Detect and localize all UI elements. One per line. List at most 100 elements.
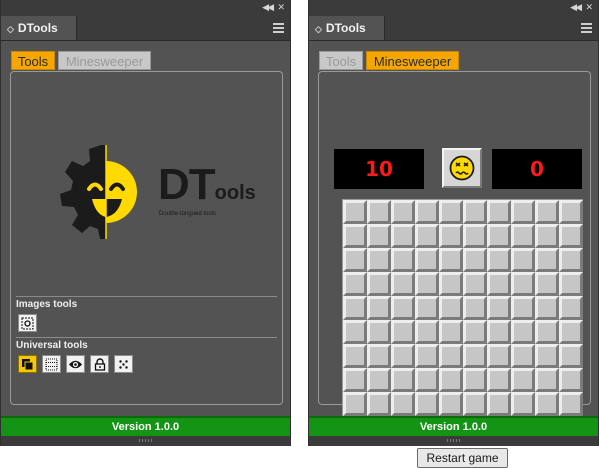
panel-menu-icon[interactable] [581, 23, 592, 35]
minesweeper-cell[interactable] [343, 344, 367, 368]
minesweeper-cell[interactable] [535, 200, 559, 224]
panel-tab-dtools[interactable]: ◇ DTools [309, 16, 385, 40]
minesweeper-cell[interactable] [535, 296, 559, 320]
minesweeper-cell[interactable] [439, 368, 463, 392]
minesweeper-cell[interactable] [343, 224, 367, 248]
close-panel-icon[interactable]: ✕ [277, 2, 285, 14]
minesweeper-cell[interactable] [559, 200, 583, 224]
tab-minesweeper[interactable]: Minesweeper [366, 51, 459, 70]
minesweeper-cell[interactable] [367, 272, 391, 296]
minesweeper-cell[interactable] [439, 344, 463, 368]
minesweeper-cell[interactable] [463, 200, 487, 224]
minesweeper-cell[interactable] [415, 224, 439, 248]
dotted-grid-button[interactable] [42, 355, 61, 373]
minesweeper-cell[interactable] [559, 296, 583, 320]
minesweeper-cell[interactable] [391, 224, 415, 248]
minesweeper-cell[interactable] [463, 272, 487, 296]
minesweeper-cell[interactable] [391, 344, 415, 368]
minesweeper-cell[interactable] [487, 296, 511, 320]
close-panel-icon[interactable]: ✕ [585, 2, 593, 14]
visibility-button[interactable] [66, 355, 85, 373]
collapse-panel-icon[interactable]: ◀◀ [262, 2, 274, 14]
restart-game-button[interactable]: Restart game [417, 448, 508, 468]
minesweeper-cell[interactable] [343, 320, 367, 344]
resize-grip[interactable] [1, 436, 290, 446]
minesweeper-cell[interactable] [535, 224, 559, 248]
minesweeper-cell[interactable] [415, 368, 439, 392]
minesweeper-cell[interactable] [391, 272, 415, 296]
minesweeper-cell[interactable] [463, 296, 487, 320]
minesweeper-cell[interactable] [343, 392, 367, 416]
minesweeper-cell[interactable] [439, 392, 463, 416]
minesweeper-cell[interactable] [511, 224, 535, 248]
minesweeper-cell[interactable] [559, 272, 583, 296]
minesweeper-cell[interactable] [367, 344, 391, 368]
minesweeper-cell[interactable] [367, 224, 391, 248]
minesweeper-cell[interactable] [391, 368, 415, 392]
minesweeper-cell[interactable] [535, 392, 559, 416]
minesweeper-cell[interactable] [415, 392, 439, 416]
minesweeper-cell[interactable] [463, 392, 487, 416]
minesweeper-cell[interactable] [343, 368, 367, 392]
tab-minesweeper[interactable]: Minesweeper [58, 51, 151, 70]
resize-grip[interactable] [309, 436, 598, 446]
minesweeper-cell[interactable] [439, 200, 463, 224]
minesweeper-cell[interactable] [535, 272, 559, 296]
minesweeper-cell[interactable] [463, 224, 487, 248]
minesweeper-cell[interactable] [487, 248, 511, 272]
minesweeper-cell[interactable] [535, 248, 559, 272]
minesweeper-cell[interactable] [367, 368, 391, 392]
panel-tab-dtools[interactable]: ◇ DTools [1, 16, 77, 40]
minesweeper-cell[interactable] [439, 248, 463, 272]
minesweeper-cell[interactable] [391, 392, 415, 416]
minesweeper-cell[interactable] [511, 200, 535, 224]
frame-target-button[interactable] [18, 314, 37, 332]
panel-menu-icon[interactable] [273, 23, 284, 35]
minesweeper-cell[interactable] [367, 320, 391, 344]
collapse-panel-icon[interactable]: ◀◀ [570, 2, 582, 14]
minesweeper-cell[interactable] [559, 392, 583, 416]
minesweeper-cell[interactable] [487, 368, 511, 392]
minesweeper-cell[interactable] [559, 368, 583, 392]
tab-tools[interactable]: Tools [319, 51, 363, 70]
tab-tools[interactable]: Tools [11, 51, 55, 70]
minesweeper-cell[interactable] [463, 344, 487, 368]
minesweeper-cell[interactable] [343, 272, 367, 296]
minesweeper-cell[interactable] [391, 248, 415, 272]
minesweeper-cell[interactable] [559, 320, 583, 344]
minesweeper-cell[interactable] [439, 296, 463, 320]
minesweeper-cell[interactable] [367, 248, 391, 272]
minesweeper-cell[interactable] [439, 272, 463, 296]
minesweeper-cell[interactable] [343, 248, 367, 272]
minesweeper-cell[interactable] [535, 320, 559, 344]
minesweeper-cell[interactable] [463, 320, 487, 344]
minesweeper-cell[interactable] [535, 344, 559, 368]
minesweeper-cell[interactable] [511, 248, 535, 272]
minesweeper-cell[interactable] [439, 224, 463, 248]
lock-button[interactable] [90, 355, 109, 373]
minesweeper-cell[interactable] [439, 320, 463, 344]
minesweeper-cell[interactable] [391, 320, 415, 344]
minesweeper-cell[interactable] [415, 296, 439, 320]
minesweeper-cell[interactable] [343, 200, 367, 224]
minesweeper-cell[interactable] [487, 320, 511, 344]
minesweeper-cell[interactable] [367, 296, 391, 320]
minesweeper-cell[interactable] [559, 224, 583, 248]
minesweeper-cell[interactable] [511, 392, 535, 416]
minesweeper-cell[interactable] [415, 200, 439, 224]
minesweeper-cell[interactable] [559, 248, 583, 272]
layers-button[interactable] [18, 355, 37, 373]
face-reset-button[interactable] [442, 148, 482, 188]
minesweeper-cell[interactable] [391, 200, 415, 224]
minesweeper-cell[interactable] [511, 320, 535, 344]
minesweeper-cell[interactable] [535, 368, 559, 392]
minesweeper-cell[interactable] [367, 200, 391, 224]
minesweeper-cell[interactable] [487, 200, 511, 224]
random-button[interactable] [114, 355, 133, 373]
minesweeper-cell[interactable] [463, 248, 487, 272]
minesweeper-cell[interactable] [391, 296, 415, 320]
minesweeper-cell[interactable] [511, 296, 535, 320]
minesweeper-cell[interactable] [415, 320, 439, 344]
minesweeper-cell[interactable] [463, 368, 487, 392]
minesweeper-cell[interactable] [511, 272, 535, 296]
